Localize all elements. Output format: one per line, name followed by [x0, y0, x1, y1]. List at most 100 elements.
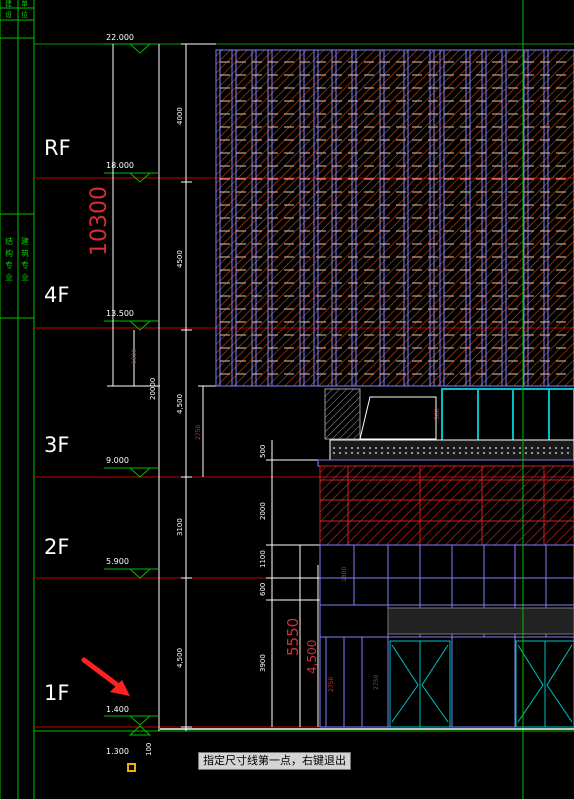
title-block-char: 建	[21, 236, 29, 246]
gravel-dot	[567, 447, 569, 449]
drawing-canvas[interactable]: 建 设 单 位 结 构 专 业 建 筑 专 业 RF 4F 3F 2F 1F 2	[0, 0, 574, 799]
gravel-dot	[363, 452, 365, 454]
title-block-char: 业	[21, 272, 29, 282]
dimension-chain-left	[158, 43, 216, 731]
dimension-label: 3900	[259, 654, 267, 672]
gravel-dot	[417, 447, 419, 449]
gravel-dot	[411, 452, 413, 454]
gravel-dot	[345, 452, 347, 454]
gravel-dot	[555, 447, 557, 449]
gravel-dot	[381, 447, 383, 449]
gravel-dot	[369, 447, 371, 449]
elevation-label: 1.300	[106, 747, 129, 756]
dimension-label: 2750	[328, 677, 335, 692]
gravel-dot	[339, 447, 341, 449]
dimension-chain-middle-labels: 500 2000 1100 600 3900	[259, 445, 267, 672]
dimension-label: 1800	[341, 567, 348, 582]
dimension-label: 4500	[176, 250, 184, 268]
small-dimension-label: 1800	[131, 349, 138, 364]
gravel-dot	[525, 447, 527, 449]
gravel-dot	[387, 447, 389, 449]
gravel-dot	[471, 447, 473, 449]
dimension-label: 500	[434, 408, 441, 420]
gravel-dot	[567, 452, 569, 454]
gravel-dot	[471, 452, 473, 454]
title-block-char: 设	[5, 10, 12, 19]
gravel-dot	[447, 452, 449, 454]
gravel-dot	[513, 452, 515, 454]
gravel-dot	[561, 447, 563, 449]
elevation-marker-9000: 9.000	[104, 456, 158, 478]
gravel-dot	[507, 452, 509, 454]
title-block-char: 业	[5, 272, 13, 282]
overall-dimension: 10300 1800 20000	[87, 44, 160, 400]
title-block-char: 建	[5, 0, 12, 8]
gravel-dot	[477, 452, 479, 454]
gravel-dot	[393, 452, 395, 454]
gravel-dot	[543, 447, 545, 449]
red-arrow-icon	[81, 657, 130, 696]
gravel-dot	[453, 452, 455, 454]
gravel-dot	[357, 452, 359, 454]
height-label-5550: 5550	[284, 618, 302, 656]
elevation-marker-13500: 13.500	[104, 309, 158, 331]
gravel-dot	[399, 452, 401, 454]
mid-facade	[317, 388, 574, 467]
title-block-char: 专	[21, 260, 29, 270]
dimension-label: 1100	[259, 550, 267, 568]
gravel-dot	[417, 452, 419, 454]
gravel-dot	[333, 452, 335, 454]
elevation-marker-22000: 22.000	[104, 33, 158, 54]
dimension-label: 3100	[176, 518, 184, 536]
title-block-char: 专	[5, 260, 13, 270]
gravel-dot	[483, 452, 485, 454]
gravel-dot	[525, 452, 527, 454]
floor-label-4f: 4F	[44, 283, 69, 307]
gravel-dot	[537, 452, 539, 454]
gravel-dot	[459, 452, 461, 454]
gravel-dot	[351, 452, 353, 454]
title-block-char: 筑	[21, 248, 29, 258]
elevation-marker-5900: 5.900	[104, 557, 158, 579]
upper-facade	[215, 49, 574, 387]
gravel-dot	[351, 447, 353, 449]
command-prompt-tooltip: 指定尺寸线第一点，右键退出	[198, 752, 351, 770]
osnap-marker-icon	[127, 763, 136, 772]
gravel-dot	[381, 452, 383, 454]
gravel-dot	[363, 447, 365, 449]
gravel-dot	[387, 452, 389, 454]
title-block-char: 构	[5, 248, 13, 258]
gravel-dot	[393, 447, 395, 449]
gravel-dot	[555, 452, 557, 454]
gravel-dot	[501, 452, 503, 454]
gravel-dot	[459, 447, 461, 449]
gravel-dot	[429, 447, 431, 449]
gravel-dot	[513, 447, 515, 449]
gravel-dot	[345, 447, 347, 449]
gravel-dot	[339, 452, 341, 454]
gravel-dot	[405, 452, 407, 454]
floor-label-3f: 3F	[44, 433, 69, 457]
elevation-label: 22.000	[106, 33, 134, 42]
dimension-label: 4,500	[176, 648, 184, 668]
gravel-dot	[501, 447, 503, 449]
elevation-label: 5.900	[106, 557, 129, 566]
red-band	[319, 465, 574, 546]
dimension-label: 4000	[176, 107, 184, 125]
dimension-chain-left-labels: 4000 4500 4,500 3100 4,500	[176, 107, 184, 668]
dimension-label: 2750	[373, 675, 380, 690]
dimension-label: 500	[259, 445, 267, 458]
overall-dimension-label: 10300	[87, 186, 112, 256]
gravel-dot	[549, 447, 551, 449]
gravel-dot	[465, 447, 467, 449]
gravel-dot	[507, 447, 509, 449]
floor-labels: RF 4F 3F 2F 1F	[44, 136, 71, 705]
elevation-marker-18000: 18.000	[104, 161, 158, 183]
gravel-dot	[399, 447, 401, 449]
gravel-dot	[357, 447, 359, 449]
dimension-label: 4,500	[176, 394, 184, 414]
gravel-dot	[423, 452, 425, 454]
gravel-dot	[477, 447, 479, 449]
elevation-label: 1.400	[106, 705, 129, 714]
gravel-dot	[429, 452, 431, 454]
